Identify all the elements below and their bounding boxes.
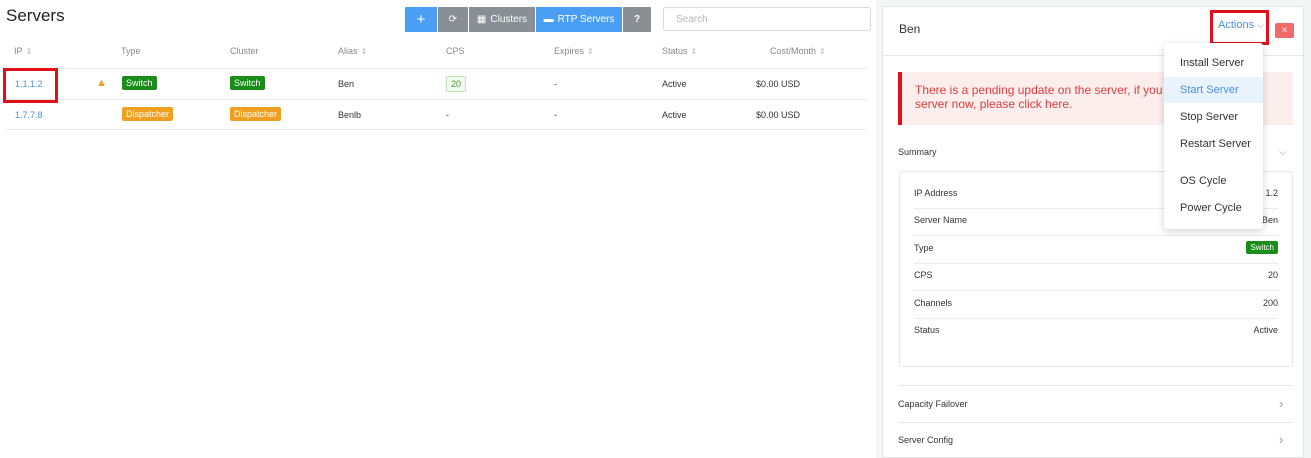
cps-cell: - [446, 110, 449, 120]
summary-label: Channels [914, 298, 953, 308]
menu-item-start-server[interactable]: Start Server [1164, 77, 1263, 103]
summary-row-status: Status Active [914, 319, 1278, 346]
chevron-right-icon[interactable]: › [1279, 432, 1283, 447]
summary-value: 1.2 [1265, 188, 1278, 198]
cost-cell: $0.00 USD [756, 79, 801, 89]
add-server-button[interactable]: + [405, 7, 437, 32]
server-ip-link[interactable]: 1.1.1.2 [15, 79, 43, 89]
menu-item-os-cycle[interactable]: OS Cycle [1164, 168, 1263, 194]
sort-icon: ⇕ [587, 47, 594, 56]
server-config-section[interactable]: Server Config [898, 435, 953, 445]
cost-cell: $0.00 USD [756, 110, 801, 120]
expires-cell: - [554, 110, 557, 120]
grid-icon: ▦ [476, 14, 487, 25]
chevron-down-icon[interactable]: ⌵ [1279, 147, 1287, 158]
alias-cell: Benlb [338, 110, 362, 120]
status-cell: Active [662, 110, 687, 120]
actions-dropdown-menu: Install Server Start Server Stop Server … [1164, 43, 1263, 229]
refresh-icon: ⟳ [448, 14, 458, 25]
clusters-button-label: Clusters [490, 14, 528, 25]
summary-row-channels: Channels 200 [914, 292, 1278, 319]
toolbar: + ⟳ ▦ Clusters ▬ RTP Servers ? [405, 7, 652, 32]
summary-label: Status [914, 325, 940, 335]
expires-cell: - [554, 79, 557, 89]
plus-icon: + [416, 11, 426, 28]
summary-label: CPS [914, 270, 933, 280]
summary-value: 200 [1262, 298, 1278, 308]
sort-icon: ⇕ [360, 47, 368, 56]
search-input[interactable] [663, 7, 871, 31]
divider [898, 422, 1293, 423]
summary-label: Server Name [914, 215, 968, 225]
servers-list-pane: Servers + ⟳ ▦Clusters ▬RTP Servers ? IP⇕… [0, 0, 876, 458]
server-icon: ▬ [543, 14, 554, 25]
refresh-button[interactable]: ⟳ [438, 7, 468, 32]
cluster-badge: Switch [230, 76, 265, 90]
summary-label: Type [914, 243, 934, 253]
capacity-failover-section[interactable]: Capacity Failover [898, 399, 968, 409]
table-header: IP ⇕ Type Cluster Alias ⇕ CPS Expires ⇕ Sta… [6, 40, 866, 69]
col-header-type: Type [121, 46, 141, 56]
rtp-servers-button-label: RTP Servers [557, 14, 615, 25]
summary-value: Ben [1261, 215, 1278, 225]
summary-row-type: Type Switch [914, 237, 1278, 264]
menu-item-install-server[interactable]: Install Server [1164, 50, 1263, 76]
clusters-button[interactable]: ▦ Clusters [469, 7, 535, 32]
summary-value: 20 [1267, 270, 1278, 280]
menu-item-restart-server[interactable]: Restart Server [1164, 131, 1263, 157]
type-badge: Switch [122, 76, 157, 90]
summary-section-title[interactable]: Summary [898, 147, 937, 157]
summary-row-cps: CPS 20 [914, 264, 1278, 291]
status-cell: Active [662, 79, 687, 89]
panel-title: Ben [899, 22, 921, 36]
help-icon: ? [633, 14, 641, 25]
col-header-expires-label: Expires [554, 46, 585, 56]
table-row[interactable]: 1.1.1.2 ▲ Switch Switch Ben 20 - Active … [6, 69, 866, 100]
menu-item-stop-server[interactable]: Stop Server [1164, 104, 1263, 130]
sort-icon: ⇕ [25, 47, 33, 56]
summary-label: IP Address [914, 188, 958, 198]
close-button[interactable]: × [1275, 23, 1294, 38]
col-header-expires[interactable]: Expires ⇕ [554, 46, 594, 56]
actions-dropdown-button[interactable]: Actions ⌵ [1218, 19, 1264, 31]
warning-icon: ▲ [96, 77, 107, 89]
type-badge: Switch [1246, 241, 1278, 254]
col-header-cluster: Cluster [230, 46, 259, 56]
cps-badge: 20 [446, 76, 467, 92]
server-ip-link[interactable]: 1.7.7.8 [15, 110, 43, 120]
close-icon: × [1281, 25, 1288, 36]
page-title: Servers [6, 6, 65, 25]
col-header-status[interactable]: Status ⇕ [662, 46, 697, 56]
table-row[interactable]: 1.7.7.8 Dispatcher Dispatcher Benlb - - … [6, 100, 866, 130]
chevron-right-icon[interactable]: › [1279, 396, 1283, 411]
col-header-cps: CPS [446, 46, 465, 56]
alias-cell: Ben [338, 79, 355, 89]
chevron-down-icon: ⌵ [1257, 20, 1264, 30]
col-header-alias-label: Alias [338, 46, 358, 56]
type-badge: Dispatcher [122, 107, 174, 121]
divider [898, 385, 1293, 386]
actions-label: Actions [1218, 19, 1255, 31]
col-header-cost-label: Cost/Month [770, 46, 817, 56]
menu-item-power-cycle[interactable]: Power Cycle [1164, 195, 1263, 221]
col-header-cost[interactable]: Cost/Month ⇕ [770, 46, 826, 56]
sort-icon: ⇕ [819, 47, 826, 56]
col-header-alias[interactable]: Alias ⇕ [338, 46, 367, 56]
summary-value: Active [1253, 325, 1278, 335]
col-header-ip[interactable]: IP ⇕ [14, 46, 32, 56]
col-header-ip-label: IP [14, 46, 23, 56]
cluster-badge: Dispatcher [230, 107, 282, 121]
rtp-servers-button[interactable]: ▬ RTP Servers [536, 7, 622, 32]
sort-icon: ⇕ [690, 47, 698, 56]
col-header-status-label: Status [662, 46, 688, 56]
help-button[interactable]: ? [623, 7, 651, 32]
